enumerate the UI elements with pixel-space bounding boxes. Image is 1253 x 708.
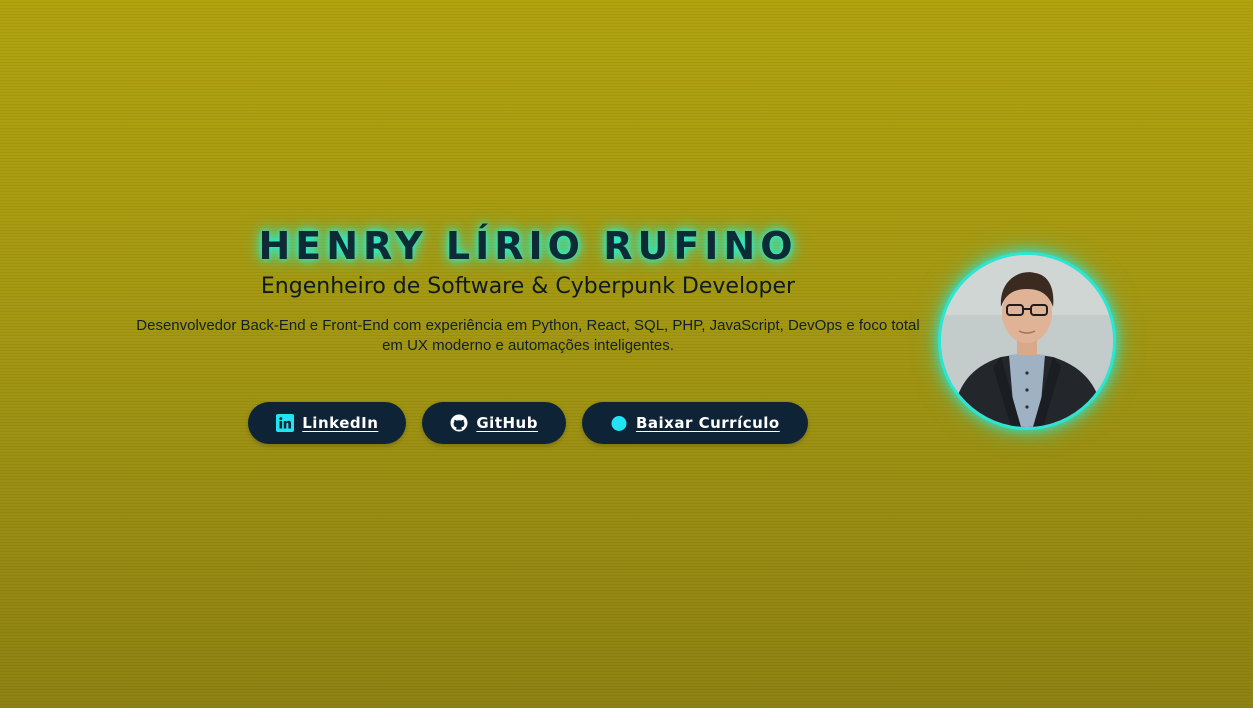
document-icon bbox=[610, 414, 628, 432]
linkedin-icon bbox=[276, 414, 295, 432]
hero-section: HENRY LÍRIO RUFINO Engenheiro de Softwar… bbox=[0, 0, 1253, 708]
linkedin-button[interactable]: LinkedIn bbox=[248, 402, 407, 444]
download-resume-label: Baixar Currículo bbox=[635, 414, 780, 432]
github-button[interactable]: GitHub bbox=[422, 402, 566, 444]
hero-buttons: LinkedIn GitHub Baixar Currículo bbox=[128, 402, 928, 444]
download-resume-button[interactable]: Baixar Currículo bbox=[581, 402, 808, 444]
github-label: GitHub bbox=[476, 414, 538, 432]
github-icon bbox=[450, 414, 468, 432]
linkedin-label: LinkedIn bbox=[302, 414, 379, 432]
hero-role: Engenheiro de Software & Cyberpunk Devel… bbox=[260, 274, 796, 299]
hero-description: Desenvolvedor Back-End e Front-End com e… bbox=[136, 317, 920, 354]
profile-photo bbox=[938, 252, 1116, 430]
hero-content: HENRY LÍRIO RUFINO Engenheiro de Softwar… bbox=[128, 222, 928, 444]
hero-name: HENRY LÍRIO RUFINO bbox=[258, 224, 798, 268]
